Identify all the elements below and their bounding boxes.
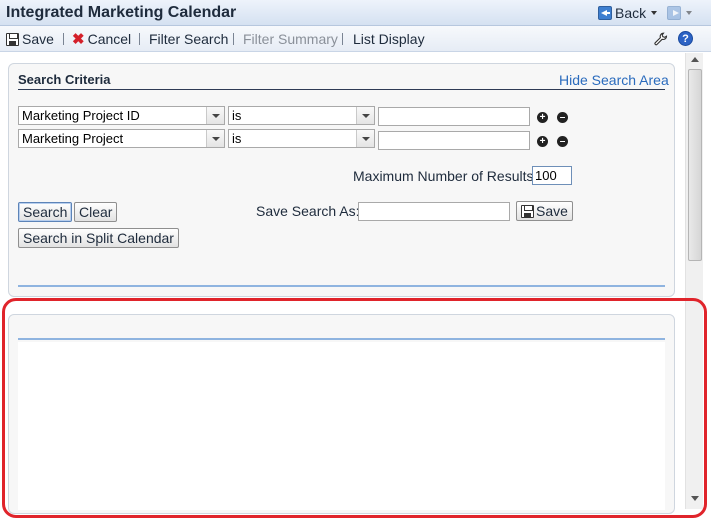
list-display-button[interactable]: List Display <box>353 31 425 47</box>
save-toolbar-button[interactable]: Save <box>6 31 54 47</box>
save-search-button-label: Save <box>536 203 568 219</box>
save-search-button[interactable]: Save <box>516 201 573 221</box>
floppy-disk-icon <box>6 32 19 46</box>
max-results-input[interactable]: 100 <box>532 166 572 185</box>
scrollbar-thumb[interactable] <box>688 69 702 261</box>
toolbar-divider <box>139 33 140 45</box>
max-results-label: Maximum Number of Results: <box>353 168 538 184</box>
toolbar-divider <box>63 33 64 45</box>
scroll-down-arrow-icon[interactable] <box>691 496 699 501</box>
search-button[interactable]: Search <box>18 202 73 222</box>
chevron-down-icon <box>356 130 374 147</box>
cancel-button[interactable]: ✖ Cancel <box>72 31 131 47</box>
operator-select-2-value: is <box>232 131 242 146</box>
filter-summary-button[interactable]: Filter Summary <box>243 31 338 47</box>
toolbar-divider <box>233 33 234 45</box>
help-icon[interactable]: ? <box>678 31 693 46</box>
add-criteria-button-1[interactable]: + <box>537 112 548 123</box>
results-header-divider <box>18 338 665 340</box>
forward-arrow-icon <box>667 6 681 20</box>
field-select-2-value: Marketing Project <box>22 131 124 146</box>
hide-search-area-link[interactable]: Hide Search Area <box>559 72 669 88</box>
close-icon: ✖ <box>72 30 85 48</box>
chevron-down-icon <box>651 11 658 15</box>
wrench-icon[interactable] <box>654 32 668 46</box>
field-select-1-value: Marketing Project ID <box>22 108 140 123</box>
remove-criteria-button-1[interactable]: – <box>557 112 568 123</box>
back-label: Back <box>615 5 647 21</box>
search-criteria-title: Search Criteria <box>18 72 111 87</box>
field-select-2[interactable]: Marketing Project <box>18 129 225 148</box>
add-criteria-button-2[interactable]: + <box>537 136 548 147</box>
scroll-up-arrow-icon[interactable] <box>691 57 699 62</box>
chevron-down-icon <box>206 107 224 124</box>
chevron-down-icon <box>356 107 374 124</box>
operator-select-1[interactable]: is <box>228 106 375 125</box>
save-label: Save <box>22 31 54 47</box>
search-criteria-panel <box>8 63 675 297</box>
filter-search-button[interactable]: Filter Search <box>149 31 228 47</box>
toolbar: Save ✖ Cancel Filter Search Filter Summa… <box>0 26 711 52</box>
list-display-label: List Display <box>353 31 425 47</box>
title-divider <box>18 89 665 90</box>
search-split-calendar-button[interactable]: Search in Split Calendar <box>18 228 179 248</box>
filter-search-label: Filter Search <box>149 31 229 47</box>
chevron-down-icon <box>686 11 692 15</box>
remove-criteria-button-2[interactable]: – <box>557 136 568 147</box>
back-arrow-icon <box>598 6 612 20</box>
value-input-1[interactable] <box>378 107 530 126</box>
field-select-1[interactable]: Marketing Project ID <box>18 106 225 125</box>
clear-button[interactable]: Clear <box>74 202 118 222</box>
floppy-disk-icon <box>521 204 534 218</box>
results-area <box>18 342 665 510</box>
chevron-down-icon <box>206 130 224 147</box>
save-search-input[interactable] <box>358 202 510 221</box>
vertical-scrollbar[interactable] <box>685 53 703 509</box>
operator-select-1-value: is <box>232 108 242 123</box>
back-button[interactable]: Back <box>598 5 658 21</box>
window-title: Integrated Marketing Calendar <box>6 4 237 21</box>
save-search-as-label: Save Search As: <box>256 203 360 219</box>
filter-summary-label: Filter Summary <box>243 31 338 47</box>
toolbar-divider <box>342 33 343 45</box>
cancel-label: Cancel <box>87 31 132 47</box>
search-panel-divider <box>18 285 665 287</box>
operator-select-2[interactable]: is <box>228 129 375 148</box>
value-input-2[interactable] <box>378 131 530 150</box>
title-bar: Integrated Marketing Calendar Back <box>0 0 711 26</box>
forward-button[interactable] <box>667 6 692 20</box>
